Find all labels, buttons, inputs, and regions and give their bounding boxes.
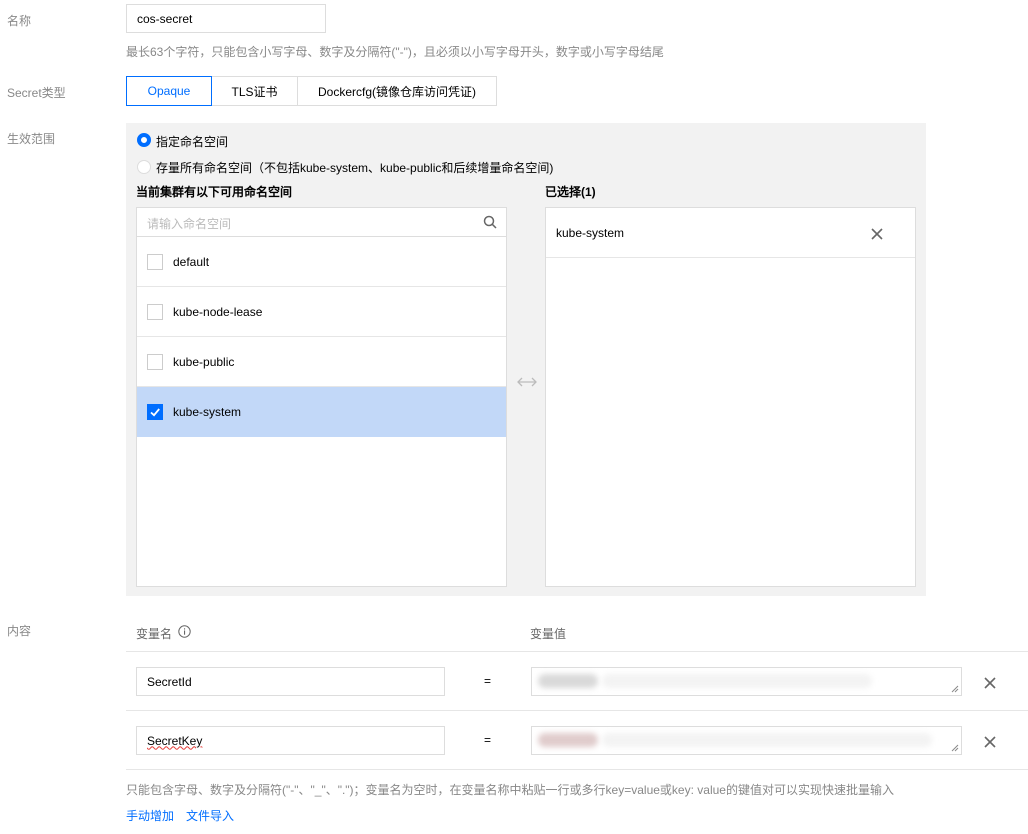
available-namespaces-title: 当前集群有以下可用命名空间 bbox=[136, 185, 293, 199]
secret-type-dockercfg[interactable]: Dockercfg(镜像仓库访问凭证) bbox=[297, 76, 497, 106]
key-input[interactable]: SecretKey bbox=[136, 726, 445, 755]
namespace-search-box[interactable]: 请输入命名空间 bbox=[137, 208, 506, 237]
checkbox[interactable] bbox=[147, 253, 163, 270]
name-input[interactable]: cos-secret bbox=[126, 4, 326, 33]
key-input-value: SecretKey bbox=[147, 733, 203, 748]
name-hint: 最长63个字符，只能包含小写字母、数字及分隔符("-")，且必须以小写字母开头，… bbox=[126, 45, 664, 59]
available-namespaces-panel: 请输入命名空间 default kube-node-lease kube-pub… bbox=[136, 207, 507, 587]
check-icon bbox=[150, 408, 160, 417]
namespace-name: default bbox=[173, 254, 210, 269]
col-value-header: 变量值 bbox=[530, 627, 567, 641]
name-input-value: cos-secret bbox=[137, 11, 193, 26]
secret-type-tls[interactable]: TLS证书 bbox=[211, 76, 298, 106]
radio-specified-namespace[interactable] bbox=[137, 133, 151, 147]
value-textarea[interactable] bbox=[531, 667, 962, 696]
search-icon[interactable] bbox=[483, 215, 497, 229]
secret-type-opaque-label: Opaque bbox=[147, 84, 191, 98]
equals-sign: = bbox=[484, 733, 492, 747]
key-input-value: SecretId bbox=[147, 674, 192, 689]
import-file-link[interactable]: 文件导入 bbox=[186, 807, 234, 824]
namespace-name: kube-node-lease bbox=[173, 304, 263, 319]
name-label: 名称 bbox=[7, 14, 32, 28]
info-icon[interactable] bbox=[178, 625, 191, 638]
delete-row-icon[interactable] bbox=[983, 735, 997, 749]
secret-type-tls-label: TLS证书 bbox=[231, 84, 278, 99]
secret-type-label: Secret类型 bbox=[7, 86, 66, 100]
scope-label: 生效范围 bbox=[7, 132, 56, 146]
delete-row-icon[interactable] bbox=[983, 676, 997, 690]
radio-all-namespaces[interactable] bbox=[137, 160, 151, 174]
checkbox[interactable] bbox=[147, 303, 163, 320]
add-manual-link[interactable]: 手动增加 bbox=[126, 807, 174, 824]
resize-handle-icon[interactable] bbox=[951, 685, 959, 693]
namespace-row-kube-public[interactable]: kube-public bbox=[137, 337, 506, 387]
masked-value bbox=[602, 674, 872, 688]
key-input[interactable]: SecretId bbox=[136, 667, 445, 696]
selected-item: kube-system bbox=[546, 208, 915, 258]
kv-row: SecretKey = bbox=[126, 711, 1028, 770]
secret-type-opaque[interactable]: Opaque bbox=[126, 76, 212, 106]
masked-value bbox=[538, 733, 598, 747]
radio-specified-namespace-label: 指定命名空间 bbox=[156, 135, 229, 149]
namespace-name: kube-public bbox=[173, 354, 235, 369]
col-key-header: 变量名 bbox=[136, 627, 173, 641]
checkbox-checked[interactable] bbox=[147, 404, 163, 420]
secret-type-dockercfg-label: Dockercfg(镜像仓库访问凭证) bbox=[317, 84, 476, 99]
masked-value bbox=[538, 674, 598, 688]
radio-all-namespaces-label: 存量所有命名空间（不包括kube-system、kube-public和后续增量… bbox=[156, 161, 554, 175]
content-hint: 只能包含字母、数字及分隔符("-"、"_"、".")；变量名为空时，在变量名称中… bbox=[126, 783, 894, 797]
transfer-arrows-icon bbox=[517, 377, 537, 387]
selected-namespaces-panel: kube-system bbox=[545, 207, 916, 587]
selected-namespaces-title: 已选择(1) bbox=[545, 185, 596, 199]
namespace-row-kube-system[interactable]: kube-system bbox=[137, 387, 506, 437]
masked-value bbox=[602, 733, 932, 747]
namespace-search-placeholder: 请输入命名空间 bbox=[147, 217, 232, 231]
content-label: 内容 bbox=[7, 624, 32, 638]
close-icon[interactable] bbox=[870, 227, 884, 241]
scope-panel: 指定命名空间 存量所有命名空间（不包括kube-system、kube-publ… bbox=[126, 123, 926, 596]
checkbox[interactable] bbox=[147, 353, 163, 370]
namespace-name: kube-system bbox=[173, 405, 242, 419]
namespace-row-kube-node-lease[interactable]: kube-node-lease bbox=[137, 287, 506, 337]
resize-handle-icon[interactable] bbox=[951, 744, 959, 752]
kv-row: SecretId = bbox=[126, 652, 1028, 711]
value-textarea[interactable] bbox=[531, 726, 962, 755]
namespace-row-default[interactable]: default bbox=[137, 237, 506, 287]
selected-item-name: kube-system bbox=[556, 226, 625, 240]
content-header: 变量名 变量值 bbox=[126, 612, 1028, 652]
equals-sign: = bbox=[484, 674, 492, 688]
